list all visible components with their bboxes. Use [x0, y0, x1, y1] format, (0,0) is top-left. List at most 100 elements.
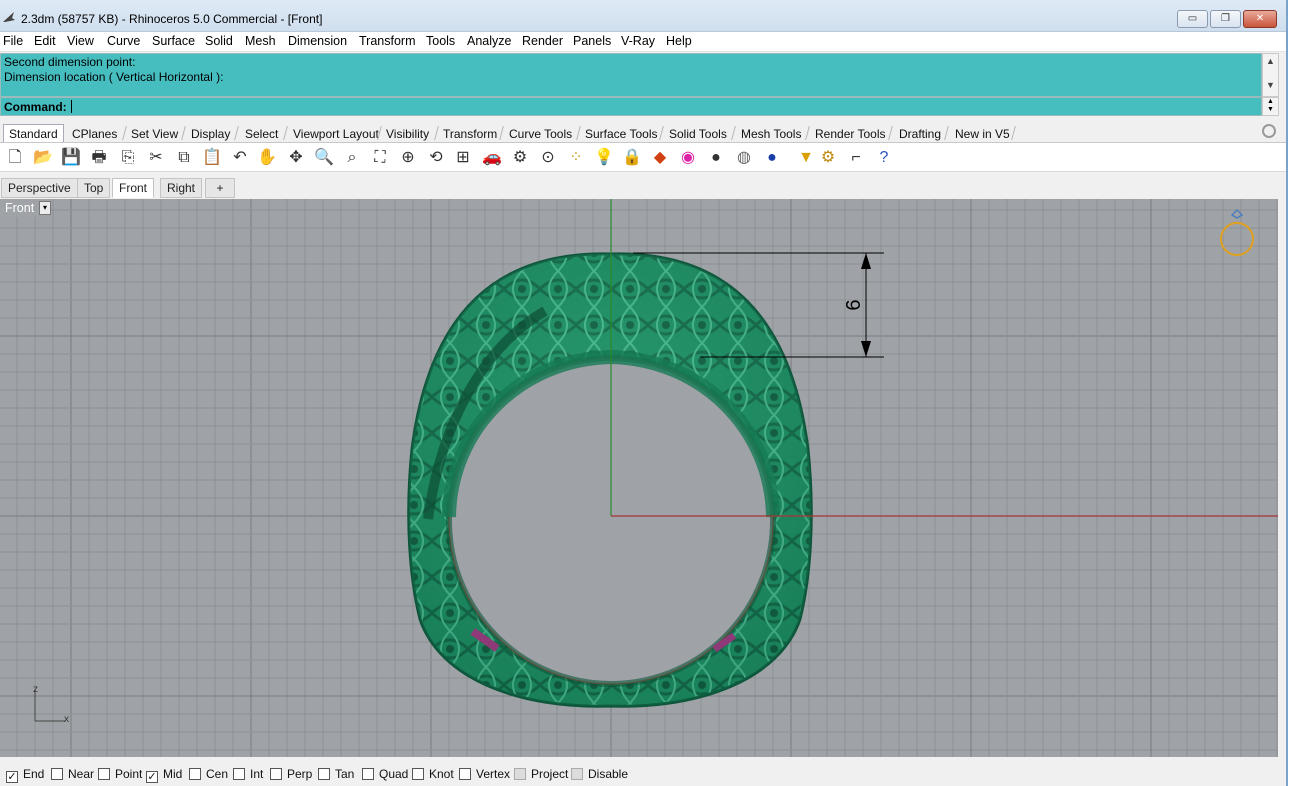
select-filter-icon[interactable]: ▼ — [795, 147, 817, 169]
pan-icon[interactable]: ✋ — [256, 147, 278, 169]
osnap-checkbox[interactable]: ✓ — [6, 771, 18, 783]
osnap-checkbox[interactable] — [51, 768, 63, 780]
viewport-title[interactable]: Front — [0, 199, 40, 217]
viewport-menu-dropdown[interactable]: ▾ — [39, 201, 51, 215]
command-spinner[interactable]: ▲ ▼ — [1262, 97, 1279, 116]
tab-mesh-tools[interactable]: Mesh Tools — [735, 124, 807, 142]
osnap-checkbox[interactable] — [189, 768, 201, 780]
point-icon[interactable]: ⁘ — [565, 147, 587, 169]
menu-transform[interactable]: Transform — [359, 34, 416, 48]
close-button[interactable]: ✕ — [1243, 10, 1277, 28]
osnap-vertex[interactable]: Vertex — [459, 767, 510, 781]
tab-select[interactable]: Select — [239, 124, 284, 142]
light-icon[interactable]: 💡 — [593, 147, 615, 169]
menu-edit[interactable]: Edit — [34, 34, 56, 48]
osnap-checkbox[interactable] — [270, 768, 282, 780]
osnap-checkbox[interactable] — [571, 768, 583, 780]
scroll-down-icon[interactable]: ▼ — [1263, 80, 1278, 90]
save-icon[interactable]: 💾 — [60, 147, 82, 169]
tab-viewport-layout[interactable]: Viewport Layout — [287, 124, 385, 142]
menu-file[interactable]: File — [3, 34, 23, 48]
tab-cplanes[interactable]: CPlanes — [66, 124, 123, 142]
new-icon[interactable]: 🗋 — [4, 147, 26, 169]
color-wheel-icon[interactable]: ◉ — [677, 147, 699, 169]
osnap-int[interactable]: Int — [233, 767, 263, 781]
add-viewport-tab-button[interactable]: + — [205, 178, 235, 198]
menu-curve[interactable]: Curve — [107, 34, 140, 48]
menu-vray[interactable]: V-Ray — [621, 34, 655, 48]
options-icon[interactable]: ⚙ — [817, 147, 839, 169]
tab-solid-tools[interactable]: Solid Tools — [663, 124, 733, 142]
zoom-selected-icon[interactable]: ⊕ — [397, 147, 419, 169]
render-icon[interactable]: ● — [761, 147, 783, 169]
minimize-button[interactable]: ▭ — [1177, 10, 1208, 28]
front-viewport[interactable]: 6 z x Front ▾ — [0, 199, 1278, 757]
osnap-mid[interactable]: ✓ Mid — [146, 767, 182, 783]
osnap-tan[interactable]: Tan — [318, 767, 354, 781]
tab-render-tools[interactable]: Render Tools — [809, 124, 892, 142]
osnap-disable[interactable]: Disable — [571, 767, 628, 781]
command-history[interactable]: Second dimension point: Dimension locati… — [0, 53, 1262, 97]
zoom-extents-icon[interactable]: ⛶ — [369, 147, 391, 169]
osnap-checkbox[interactable] — [98, 768, 110, 780]
shade-icon[interactable]: ● — [705, 147, 727, 169]
print-icon[interactable]: 🖶 — [88, 147, 110, 169]
menu-tools[interactable]: Tools — [426, 34, 455, 48]
osnap-checkbox[interactable] — [459, 768, 471, 780]
osnap-checkbox[interactable] — [412, 768, 424, 780]
tab-transform[interactable]: Transform — [437, 124, 503, 142]
menu-surface[interactable]: Surface — [152, 34, 195, 48]
tab-drafting[interactable]: Drafting — [893, 124, 947, 142]
osnap-quad[interactable]: Quad — [362, 767, 408, 781]
command-history-scrollbar[interactable]: ▲ ▼ — [1262, 53, 1279, 97]
scroll-up-icon[interactable]: ▲ — [1263, 56, 1278, 66]
osnap-checkbox[interactable]: ✓ — [146, 771, 158, 783]
menu-dimension[interactable]: Dimension — [288, 34, 347, 48]
zoom-icon[interactable]: 🔍 — [313, 147, 335, 169]
restore-button[interactable]: ❐ — [1210, 10, 1241, 28]
osnap-perp[interactable]: Perp — [270, 767, 312, 781]
import-icon[interactable]: ⎘ — [117, 147, 139, 169]
osnap-point[interactable]: Point — [98, 767, 142, 781]
gear-icon[interactable] — [1262, 124, 1276, 138]
menu-render[interactable]: Render — [522, 34, 563, 48]
osnap-icon[interactable]: ⊙ — [537, 147, 559, 169]
layer-icon[interactable]: ◆ — [649, 147, 671, 169]
copy-icon[interactable]: ⧉ — [173, 147, 195, 169]
tab-top[interactable]: Top — [77, 178, 111, 198]
tab-set-view[interactable]: Set View — [125, 124, 184, 142]
tab-curve-tools[interactable]: Curve Tools — [503, 124, 578, 142]
four-viewports-icon[interactable]: ⊞ — [452, 147, 474, 169]
menu-panels[interactable]: Panels — [573, 34, 611, 48]
tab-front[interactable]: Front — [112, 178, 155, 198]
menu-analyze[interactable]: Analyze — [467, 34, 511, 48]
cut-icon[interactable]: ✂ — [145, 147, 167, 169]
command-line[interactable]: Command: — [0, 97, 1262, 116]
rotate-icon[interactable]: ⟲ — [425, 147, 447, 169]
vertical-dimension[interactable]: 6 — [0, 199, 1278, 757]
osnap-near[interactable]: Near — [51, 767, 94, 781]
tab-visibility[interactable]: Visibility — [380, 124, 435, 142]
menu-mesh[interactable]: Mesh — [245, 34, 276, 48]
dimension-icon[interactable]: ⌐ — [845, 147, 867, 169]
lock-icon[interactable]: 🔒 — [621, 147, 643, 169]
menu-help[interactable]: Help — [666, 34, 692, 48]
undo-icon[interactable]: ↶ — [229, 147, 251, 169]
tab-perspective[interactable]: Perspective — [1, 178, 78, 198]
rotate-view-icon[interactable]: ✥ — [285, 147, 307, 169]
zoom-window-icon[interactable]: ⌕ — [341, 147, 363, 169]
open-icon[interactable]: 📂 — [32, 147, 54, 169]
rhino-app-icon[interactable] — [2, 10, 16, 24]
osnap-project[interactable]: Project — [514, 767, 568, 781]
tab-surface-tools[interactable]: Surface Tools — [579, 124, 664, 142]
paste-icon[interactable]: 📋 — [201, 147, 223, 169]
osnap-checkbox[interactable] — [233, 768, 245, 780]
menu-view[interactable]: View — [67, 34, 94, 48]
osnap-checkbox[interactable] — [318, 768, 330, 780]
render-preview-icon[interactable]: ◍ — [733, 147, 755, 169]
osnap-checkbox[interactable] — [362, 768, 374, 780]
osnap-cen[interactable]: Cen — [189, 767, 228, 781]
tab-right[interactable]: Right — [160, 178, 203, 198]
tab-display[interactable]: Display — [185, 124, 236, 142]
osnap-checkbox[interactable] — [514, 768, 526, 780]
